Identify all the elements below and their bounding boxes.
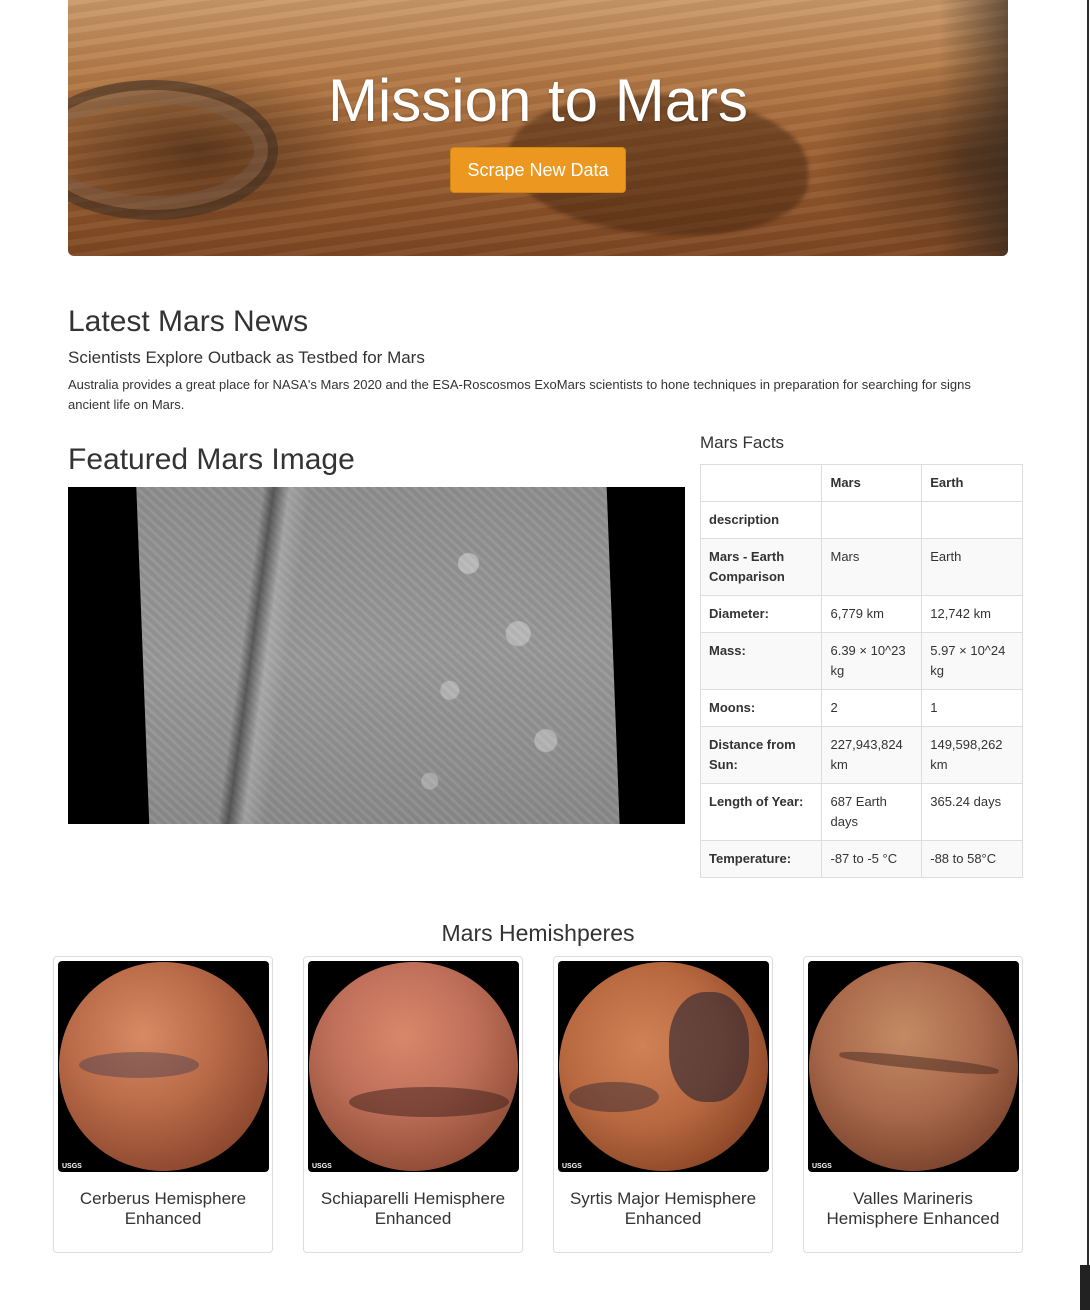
mars-facts-table: Mars Earth description Mars - Earth Comp… (699, 464, 1023, 878)
mars-value: -87 to -5 °C (821, 840, 923, 878)
hemisphere-image[interactable]: USGS (808, 961, 1019, 1172)
scrollbar-track[interactable] (1087, 0, 1089, 1310)
hemisphere-card-schiaparelli[interactable]: USGS Schiaparelli Hemisphere Enhanced (303, 956, 523, 1253)
table-header-row: Mars Earth (699, 464, 1023, 502)
hemisphere-card-cerberus[interactable]: USGS Cerberus Hemisphere Enhanced (53, 956, 273, 1253)
table-row: Diameter: 6,779 km 12,742 km (699, 595, 1023, 633)
row-label: Mars - Earth Comparison (699, 538, 823, 596)
earth-value: 1 (921, 689, 1023, 727)
row-label: Distance from Sun: (699, 726, 823, 784)
news-teaser: Australia provides a great place for NAS… (68, 377, 971, 412)
table-row: Distance from Sun: 227,943,824 km 149,59… (699, 726, 1023, 784)
dark-region (669, 992, 749, 1102)
hemisphere-image[interactable]: USGS (58, 961, 269, 1172)
hemisphere-title[interactable]: Valles Marineris Hemisphere Enhanced (812, 1189, 1014, 1229)
table-row: Moons: 2 1 (699, 689, 1023, 727)
featured-image-terrain (136, 487, 620, 824)
planet-globe (809, 962, 1018, 1171)
hemisphere-title[interactable]: Schiaparelli Hemisphere Enhanced (312, 1189, 514, 1229)
hero-banner: Mission to Mars Scrape New Data (68, 0, 1008, 256)
featured-image-title: Featured Mars Image (68, 443, 355, 476)
canyon-region (838, 1048, 1000, 1078)
earth-value: 5.97 × 10^24 kg (921, 632, 1023, 690)
mars-value: Mars (821, 538, 923, 596)
earth-value: Earth (921, 538, 1023, 596)
mars-value: 2 (821, 689, 923, 727)
table-row: Length of Year: 687 Earth days 365.24 da… (699, 783, 1023, 841)
usgs-logo: USGS (812, 1163, 832, 1170)
scrollbar-corner (1080, 1265, 1090, 1310)
hemisphere-image[interactable]: USGS (558, 961, 769, 1172)
table-row: description (699, 501, 1023, 539)
row-label: Diameter: (699, 595, 823, 633)
hemisphere-card-syrtis-major[interactable]: USGS Syrtis Major Hemisphere Enhanced (553, 956, 773, 1253)
hemisphere-title[interactable]: Cerberus Hemisphere Enhanced (62, 1189, 264, 1229)
table-header-cell (699, 464, 823, 502)
mars-value: 227,943,824 km (821, 726, 923, 784)
dark-region (79, 1052, 199, 1078)
hemisphere-image[interactable]: USGS (308, 961, 519, 1172)
earth-value: 149,598,262 km (921, 726, 1023, 784)
page-scrollbar[interactable] (1080, 0, 1090, 1310)
news-headline: Scientists Explore Outback as Testbed fo… (68, 348, 425, 367)
hemisphere-card-valles-marineris[interactable]: USGS Valles Marineris Hemisphere Enhance… (803, 956, 1023, 1253)
page-title: Mission to Mars (327, 67, 749, 134)
row-label: Temperature: (699, 840, 823, 878)
mars-value: 6.39 × 10^23 kg (821, 632, 923, 690)
hemisphere-title[interactable]: Syrtis Major Hemisphere Enhanced (562, 1189, 764, 1229)
usgs-logo: USGS (312, 1163, 332, 1170)
hemispheres-section-title: Mars Hemishperes (441, 920, 635, 946)
dark-region (349, 1087, 509, 1117)
earth-value: 12,742 km (921, 595, 1023, 633)
facts-section-title: Mars Facts (700, 433, 785, 452)
table-header-cell: Mars (821, 464, 923, 502)
mars-value: 6,779 km (821, 595, 923, 633)
news-section-title: Latest Mars News (68, 305, 309, 338)
featured-mars-image (68, 487, 685, 824)
row-label: Length of Year: (699, 783, 823, 841)
mars-value (821, 501, 923, 539)
scrape-new-data-button[interactable]: Scrape New Data (450, 147, 626, 193)
row-label: Moons: (699, 689, 823, 727)
planet-globe (309, 962, 518, 1171)
planet-globe (59, 962, 268, 1171)
earth-value (921, 501, 1023, 539)
table-header-cell: Earth (921, 464, 1023, 502)
dark-region (569, 1082, 659, 1112)
table-row: Mass: 6.39 × 10^23 kg 5.97 × 10^24 kg (699, 632, 1023, 690)
planet-globe (559, 962, 768, 1171)
table-row: Mars - Earth Comparison Mars Earth (699, 538, 1023, 596)
row-label: description (699, 501, 823, 539)
usgs-logo: USGS (62, 1163, 82, 1170)
earth-value: -88 to 58°C (921, 840, 1023, 878)
row-label: Mass: (699, 632, 823, 690)
mars-value: 687 Earth days (821, 783, 923, 841)
earth-value: 365.24 days (921, 783, 1023, 841)
table-row: Temperature: -87 to -5 °C -88 to 58°C (699, 840, 1023, 878)
usgs-logo: USGS (562, 1163, 582, 1170)
